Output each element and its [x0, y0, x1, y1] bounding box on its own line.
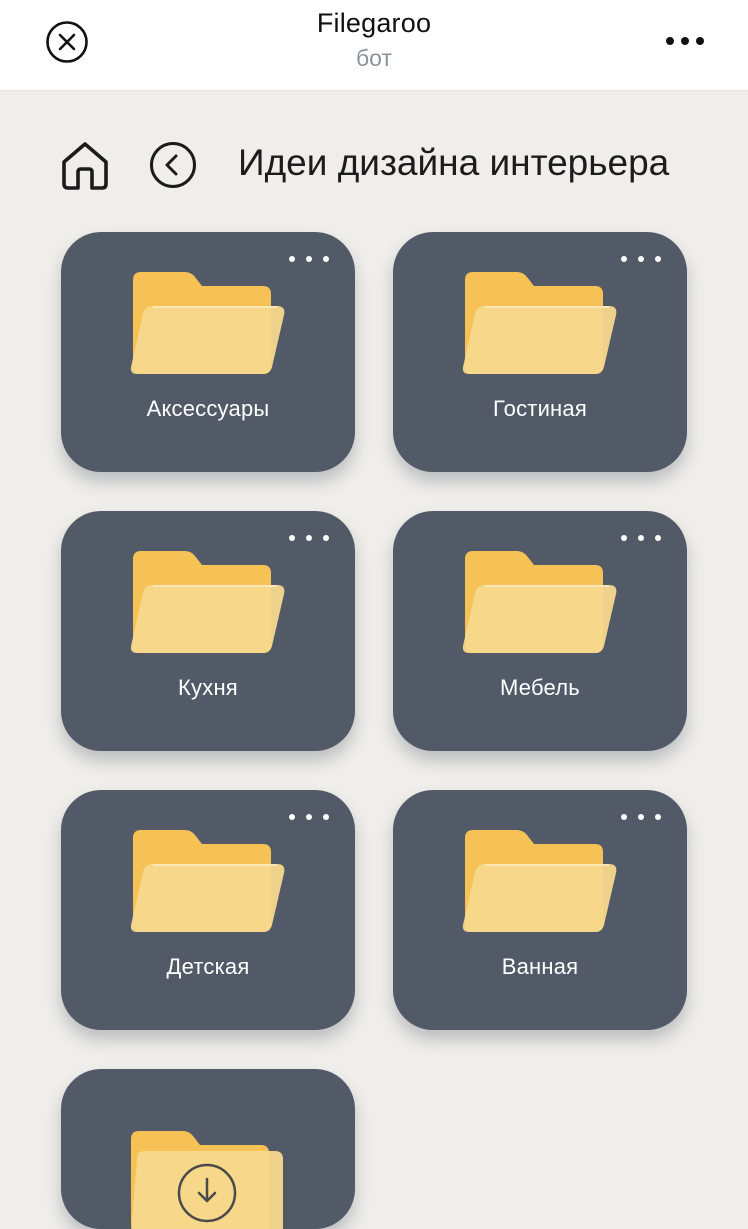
folder-options-button[interactable] — [621, 808, 661, 826]
dot — [306, 814, 312, 820]
folder-icon — [462, 272, 617, 374]
dot — [621, 535, 627, 541]
folder-label: Ванная — [501, 954, 579, 979]
dot — [323, 535, 329, 541]
folder-icon — [130, 551, 285, 653]
folder-icon — [130, 830, 285, 932]
dot — [306, 256, 312, 262]
dot — [323, 814, 329, 820]
folder-icon — [131, 1131, 283, 1229]
dot — [655, 256, 661, 262]
folder-label: Детская — [166, 954, 250, 979]
folder-options-button[interactable] — [289, 529, 329, 547]
folder-label: Мебель — [500, 675, 580, 700]
dot — [638, 814, 644, 820]
dot — [655, 814, 661, 820]
folder-options-button[interactable] — [289, 250, 329, 268]
folder-card[interactable]: Ванная — [393, 790, 687, 1030]
folder-card[interactable]: Кухня — [61, 511, 355, 751]
dot — [289, 814, 295, 820]
folder-card[interactable]: Детская — [61, 790, 355, 1030]
folder-options-button[interactable] — [621, 250, 661, 268]
folder-icon — [462, 830, 617, 932]
folder-icon — [130, 272, 285, 374]
folder-card[interactable]: Аксессуары — [61, 232, 355, 472]
folder-card[interactable]: Мебель — [393, 511, 687, 751]
folder-label: Гостиная — [493, 396, 587, 421]
dot — [638, 535, 644, 541]
dot — [323, 256, 329, 262]
dot — [638, 256, 644, 262]
folder-card[interactable]: Гостиная — [393, 232, 687, 472]
folder-options-button[interactable] — [289, 808, 329, 826]
dot — [655, 535, 661, 541]
dot — [306, 535, 312, 541]
folder-label: Кухня — [178, 675, 238, 700]
dot — [621, 814, 627, 820]
dot — [289, 256, 295, 262]
upload-folder-card[interactable] — [61, 1069, 355, 1229]
dot — [621, 256, 627, 262]
folder-options-button[interactable] — [621, 529, 661, 547]
folder-label: Аксессуары — [146, 396, 270, 421]
folder-grid: Аксессуары Гостиная Кухня Мебель Детская… — [0, 0, 748, 1229]
dot — [289, 535, 295, 541]
folder-icon — [462, 551, 617, 653]
